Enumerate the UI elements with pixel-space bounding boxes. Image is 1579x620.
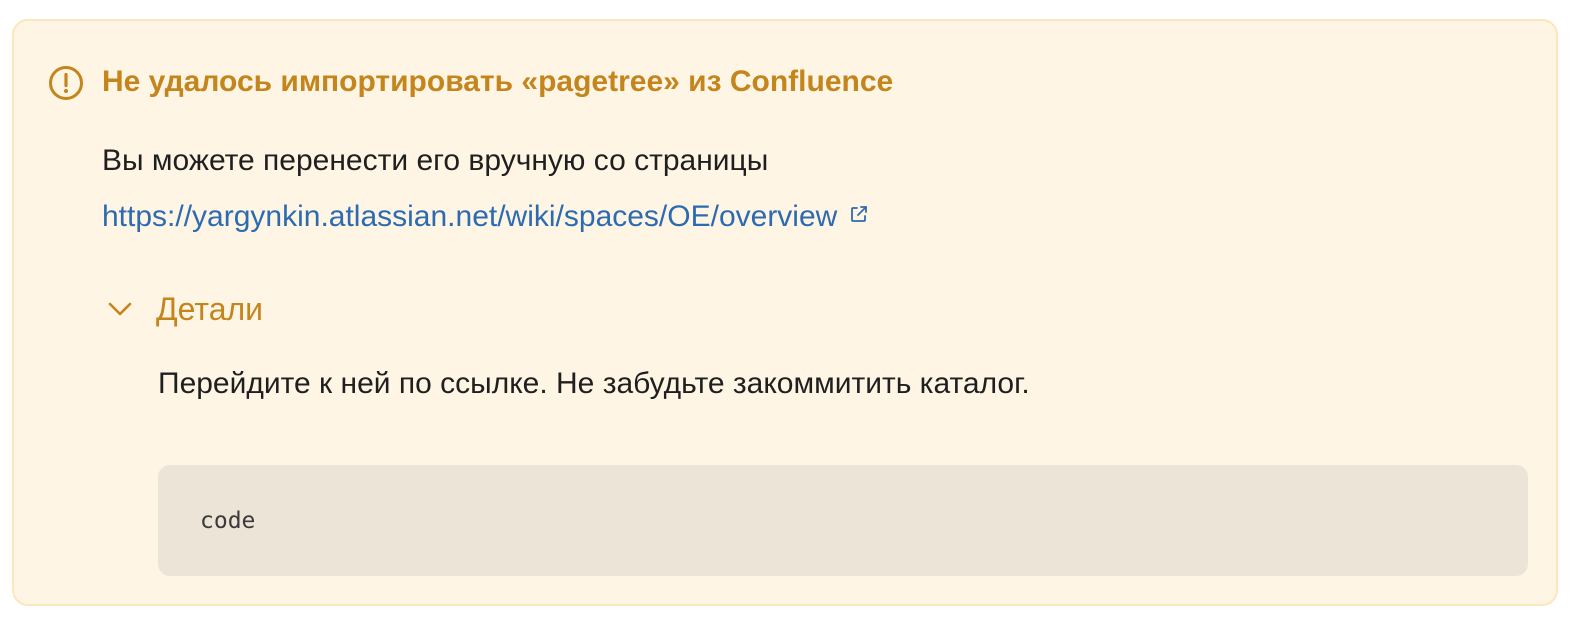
alert-title: Не удалось импортировать «pagetree» из C… <box>102 65 894 98</box>
chevron-down-icon <box>108 302 132 316</box>
code-text: code <box>200 508 256 534</box>
source-link-row: https://yargynkin.atlassian.net/wiki/spa… <box>102 197 869 237</box>
warning-alert: Не удалось импортировать «pagetree» из C… <box>12 19 1558 606</box>
details-toggle[interactable]: Детали <box>106 287 263 331</box>
alert-description: Вы можете перенести его вручную со стран… <box>102 144 769 177</box>
code-block: code <box>158 465 1528 576</box>
details-label: Детали <box>156 291 264 327</box>
details-text: Перейдите к ней по ссылке. Не забудьте з… <box>158 367 1030 400</box>
exclamation-circle-icon <box>49 66 83 100</box>
source-link[interactable]: https://yargynkin.atlassian.net/wiki/spa… <box>102 197 837 237</box>
external-link-icon[interactable] <box>849 204 869 224</box>
